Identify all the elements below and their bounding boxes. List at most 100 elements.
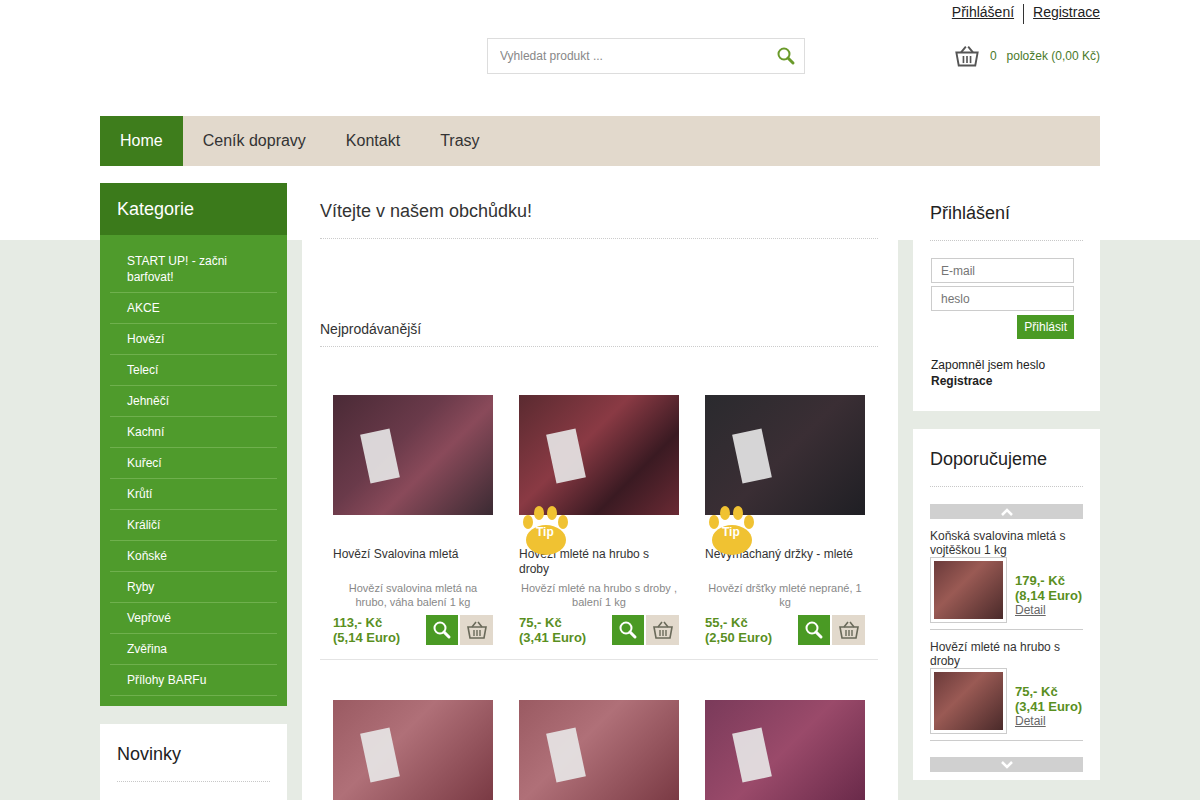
category-item[interactable]: START UP! - začni barfovat!	[110, 253, 277, 293]
category-item[interactable]: Jehněčí	[110, 386, 277, 417]
nav-item[interactable]: Trasy	[420, 116, 499, 166]
detail-button[interactable]	[798, 615, 830, 645]
register-link[interactable]: Registrace	[931, 373, 1083, 389]
recommended-image[interactable]	[930, 668, 1007, 734]
search-input[interactable]	[500, 49, 776, 63]
add-to-cart-button[interactable]	[646, 615, 679, 645]
tip-label: Tip	[536, 525, 554, 539]
product-price: 113,- Kč(5,14 Euro)	[333, 615, 426, 645]
category-item[interactable]: Zvěřina	[110, 634, 277, 665]
product-name[interactable]: Hovězí Svalovina mletá	[333, 547, 493, 577]
price-eur: (8,14 Euro)	[1015, 588, 1082, 603]
product-image[interactable]	[705, 395, 865, 515]
detail-link[interactable]: Detail	[1015, 714, 1082, 728]
product-card: Hovězí Svalovina mletá Hovězí svalovina m…	[333, 395, 493, 645]
login-title: Přihlášení	[930, 183, 1083, 241]
category-item[interactable]: Kachní	[110, 417, 277, 448]
recommended-box: Doporučujeme Koňská svalovina mletá s voj…	[913, 429, 1100, 780]
price-eur: (5,14 Euro)	[333, 630, 426, 645]
category-item[interactable]: Hovězí	[110, 324, 277, 355]
nav-item[interactable]: Home	[100, 116, 183, 166]
price-czk: 55,- Kč	[705, 615, 798, 630]
magnifier-icon	[618, 620, 638, 640]
product-card: Nevymáchaný držky - mletéHovězí dršťky m…	[705, 395, 865, 645]
category-item[interactable]: Krůtí	[110, 479, 277, 510]
category-item[interactable]: AKCE	[110, 293, 277, 324]
price-czk: 179,- Kč	[1015, 573, 1082, 588]
section-title: Nejprodávanější	[320, 321, 878, 347]
price-eur: (2,50 Euro)	[705, 630, 798, 645]
product-card	[519, 700, 679, 800]
scroll-up-button[interactable]	[930, 504, 1083, 519]
recommended-title: Doporučujeme	[930, 429, 1083, 487]
login-button[interactable]: Přihlásit	[1017, 315, 1074, 339]
product-row: Hovězí Svalovina mletá Hovězí svalovina m…	[320, 347, 878, 660]
header-link[interactable]: Registrace	[1023, 4, 1100, 24]
recommended-item: Hovězí mleté na hrubo s droby 75,- Kč(3,4…	[930, 630, 1083, 741]
chevron-down-icon	[1000, 760, 1014, 770]
category-list: START UP! - začni barfovat!AKCEHovězíTel…	[100, 235, 287, 706]
category-item[interactable]: Koňské	[110, 541, 277, 572]
product-image[interactable]	[519, 395, 679, 515]
news-title: Novinky	[117, 724, 270, 782]
basket-icon	[652, 620, 674, 640]
detail-link[interactable]: Detail	[1015, 603, 1082, 617]
login-box: Přihlášení Přihlásit Zapomněl jsem hesloRe…	[913, 183, 1100, 411]
recommended-image[interactable]	[930, 557, 1007, 623]
magnifier-icon	[804, 620, 824, 640]
category-item[interactable]: Ryby	[110, 572, 277, 603]
header-link[interactable]: Přihlášení	[943, 4, 1023, 24]
nav-item[interactable]: Kontakt	[326, 116, 420, 166]
recommended-name[interactable]: Koňská svalovina mletá s vojtěškou 1 kg	[930, 529, 1083, 557]
recommended-price: 75,- Kč(3,41 Euro)	[1015, 684, 1082, 714]
search-icon[interactable]	[776, 46, 796, 66]
recommended-name[interactable]: Hovězí mleté na hrubo s droby	[930, 640, 1083, 668]
password-input[interactable]	[931, 286, 1074, 311]
product-image[interactable]	[705, 700, 865, 800]
recommended-price: 179,- Kč(8,14 Euro)	[1015, 573, 1082, 603]
email-input[interactable]	[931, 258, 1074, 283]
welcome-title: Vítejte v našem obchůdku!	[320, 183, 878, 239]
detail-button[interactable]	[612, 615, 644, 645]
category-item[interactable]: Přílohy BARFu	[110, 665, 277, 696]
add-to-cart-button[interactable]	[460, 615, 493, 645]
price-czk: 75,- Kč	[1015, 684, 1082, 699]
tip-label: Tip	[722, 525, 740, 539]
recommended-item: Koňská svalovina mletá s vojtěškou 1 kg 1…	[930, 519, 1083, 630]
category-item[interactable]: Vepřové	[110, 603, 277, 634]
search-box	[487, 38, 805, 74]
cart-count: 0	[990, 49, 997, 63]
top-links: PřihlášeníRegistrace	[100, 0, 1100, 24]
price-czk: 75,- Kč	[519, 615, 612, 630]
product-image[interactable]	[333, 700, 493, 800]
categories-title: Kategorie	[100, 183, 287, 235]
magnifier-icon	[432, 620, 452, 640]
forgot-password-link[interactable]: Zapomněl jsem heslo	[931, 357, 1083, 373]
cart-label: položek (0,00 Kč)	[1007, 49, 1100, 63]
price-czk: 113,- Kč	[333, 615, 426, 630]
detail-button[interactable]	[426, 615, 458, 645]
product-card	[333, 700, 493, 800]
basket-icon	[466, 620, 488, 640]
basket-icon	[838, 620, 860, 640]
product-image[interactable]	[333, 395, 493, 515]
product-card: Hovězí mleté na hrubo s drobyHovězí mlet…	[519, 395, 679, 645]
cart-icon	[954, 44, 980, 68]
add-to-cart-button[interactable]	[832, 615, 865, 645]
main-content: Vítejte v našem obchůdku! Nejprodávanější…	[302, 183, 898, 800]
product-description: Hovězí mleté na hrubo s droby , balení 1…	[519, 581, 679, 609]
main-nav: HomeCeník dopravyKontaktTrasy	[100, 116, 1100, 166]
scroll-down-button[interactable]	[930, 757, 1083, 772]
tip-badge: Tip	[519, 505, 573, 559]
product-image[interactable]	[519, 700, 679, 800]
product-price: 75,- Kč(3,41 Euro)	[519, 615, 612, 645]
category-item[interactable]: Kuřecí	[110, 448, 277, 479]
product-card	[705, 700, 865, 800]
category-item[interactable]: Telecí	[110, 355, 277, 386]
category-item[interactable]: Králičí	[110, 510, 277, 541]
cart[interactable]: 0 položek (0,00 Kč)	[954, 44, 1100, 68]
price-eur: (3,41 Euro)	[519, 630, 612, 645]
nav-item[interactable]: Ceník dopravy	[183, 116, 326, 166]
product-description: Hovězí svalovina mletá na hrubo, váha ba…	[333, 581, 493, 609]
news-box: Novinky	[100, 724, 287, 800]
